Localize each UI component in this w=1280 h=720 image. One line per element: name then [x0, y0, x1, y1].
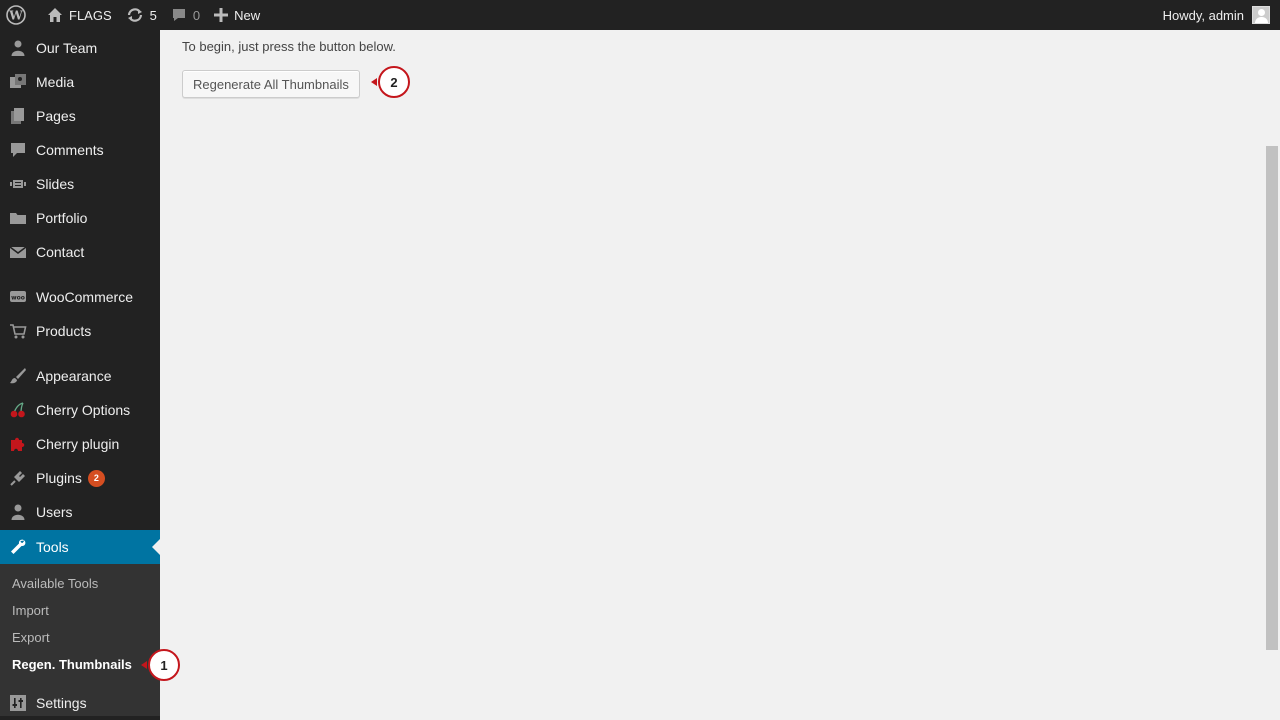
sidebar-item-label: Settings [36, 695, 87, 711]
step-marker-1: 1 [141, 649, 180, 681]
sidebar-item-label: Comments [36, 142, 104, 158]
media-icon [0, 73, 36, 91]
settings-icon [0, 694, 36, 712]
comment-icon [0, 141, 36, 159]
admin-sidebar: Our Team Media Pages Comments Slides Por… [0, 30, 160, 720]
sidebar-item-pages[interactable]: Pages [0, 99, 160, 133]
my-account-link[interactable]: Howdy, admin [1163, 6, 1280, 24]
users-icon [0, 503, 36, 521]
comments-link[interactable]: 0 [164, 0, 207, 30]
regenerate-all-thumbnails-button[interactable]: Regenerate All Thumbnails [182, 70, 360, 98]
sidebar-item-products[interactable]: Products [0, 314, 160, 348]
updates-link[interactable]: 5 [119, 0, 164, 30]
refresh-icon [126, 7, 144, 23]
sidebar-item-plugins[interactable]: Plugins 2 [0, 461, 160, 495]
svg-text:woo: woo [11, 295, 25, 302]
sidebar-item-label: Products [36, 323, 92, 339]
sidebar-item-label: Appearance [36, 368, 112, 384]
wrench-icon [0, 538, 36, 556]
site-name: FLAGS [69, 7, 112, 23]
comment-bubble-icon [171, 7, 187, 23]
sidebar-item-label: Contact [36, 244, 85, 260]
person-icon [0, 39, 36, 57]
wordpress-logo-link[interactable]: W [0, 0, 40, 30]
comments-count: 0 [192, 7, 201, 23]
sidebar-item-slides[interactable]: Slides [0, 167, 160, 201]
sidebar-item-label: Plugins [36, 470, 82, 486]
submenu-item-regen-thumbnails[interactable]: Regen. Thumbnails [12, 657, 132, 672]
envelope-icon [0, 243, 36, 261]
plus-icon [214, 8, 229, 22]
brush-icon [0, 367, 36, 385]
site-name-link[interactable]: FLAGS [40, 0, 119, 30]
sidebar-item-portfolio[interactable]: Portfolio [0, 201, 160, 235]
svg-text:W: W [8, 9, 23, 23]
submenu-item-available-tools[interactable]: Available Tools [12, 576, 98, 591]
sidebar-item-label: WooCommerce [36, 289, 133, 305]
cherry-icon [0, 401, 36, 419]
sidebar-item-settings[interactable]: Settings [0, 686, 160, 720]
wordpress-icon: W [6, 5, 26, 25]
home-icon [47, 7, 63, 23]
sidebar-item-tools[interactable]: Tools [0, 530, 160, 564]
new-content-link[interactable]: New [207, 0, 267, 30]
slides-icon [0, 175, 36, 193]
step-marker-2: 2 [371, 66, 410, 98]
sidebar-item-our-team[interactable]: Our Team [0, 31, 160, 65]
submenu-item-export[interactable]: Export [12, 630, 50, 645]
admin-bar: W FLAGS 5 0 New Howdy, admin [0, 0, 1280, 30]
page-scrollbar[interactable] [1263, 30, 1280, 720]
sidebar-item-label: Our Team [36, 40, 98, 56]
sidebar-item-cherry-plugin[interactable]: Cherry plugin [0, 427, 160, 461]
woocommerce-icon: woo [0, 288, 36, 306]
pages-icon [0, 107, 36, 125]
sidebar-item-label: Pages [36, 108, 76, 124]
sidebar-item-appearance[interactable]: Appearance [0, 359, 160, 393]
sidebar-item-users[interactable]: Users [0, 495, 160, 529]
sidebar-item-contact[interactable]: Contact [0, 235, 160, 269]
sidebar-item-label: Tools [36, 539, 69, 555]
sidebar-item-label: Media [36, 74, 75, 90]
sidebar-item-comments[interactable]: Comments [0, 133, 160, 167]
cart-icon [0, 322, 36, 340]
folder-icon [0, 209, 36, 227]
howdy-text: Howdy, admin [1162, 7, 1244, 23]
sidebar-item-label: Portfolio [36, 210, 88, 226]
plug-icon [0, 469, 36, 487]
sidebar-item-cherry-options[interactable]: Cherry Options [0, 393, 160, 427]
submenu-item-import[interactable]: Import [12, 603, 49, 618]
sidebar-item-label: Users [36, 504, 73, 520]
plugins-update-badge: 2 [87, 469, 105, 487]
sidebar-item-label: Cherry Options [36, 402, 131, 418]
scrollbar-thumb[interactable] [1266, 146, 1278, 650]
sidebar-item-woocommerce[interactable]: woo WooCommerce [0, 280, 160, 314]
updates-count: 5 [149, 7, 157, 23]
sidebar-item-label: Cherry plugin [36, 436, 120, 452]
intro-text: To begin, just press the button below. [182, 39, 396, 54]
sidebar-item-media[interactable]: Media [0, 65, 160, 99]
new-label: New [234, 7, 261, 23]
puzzle-icon [0, 435, 36, 453]
avatar [1252, 6, 1270, 24]
sidebar-item-label: Slides [36, 176, 75, 192]
